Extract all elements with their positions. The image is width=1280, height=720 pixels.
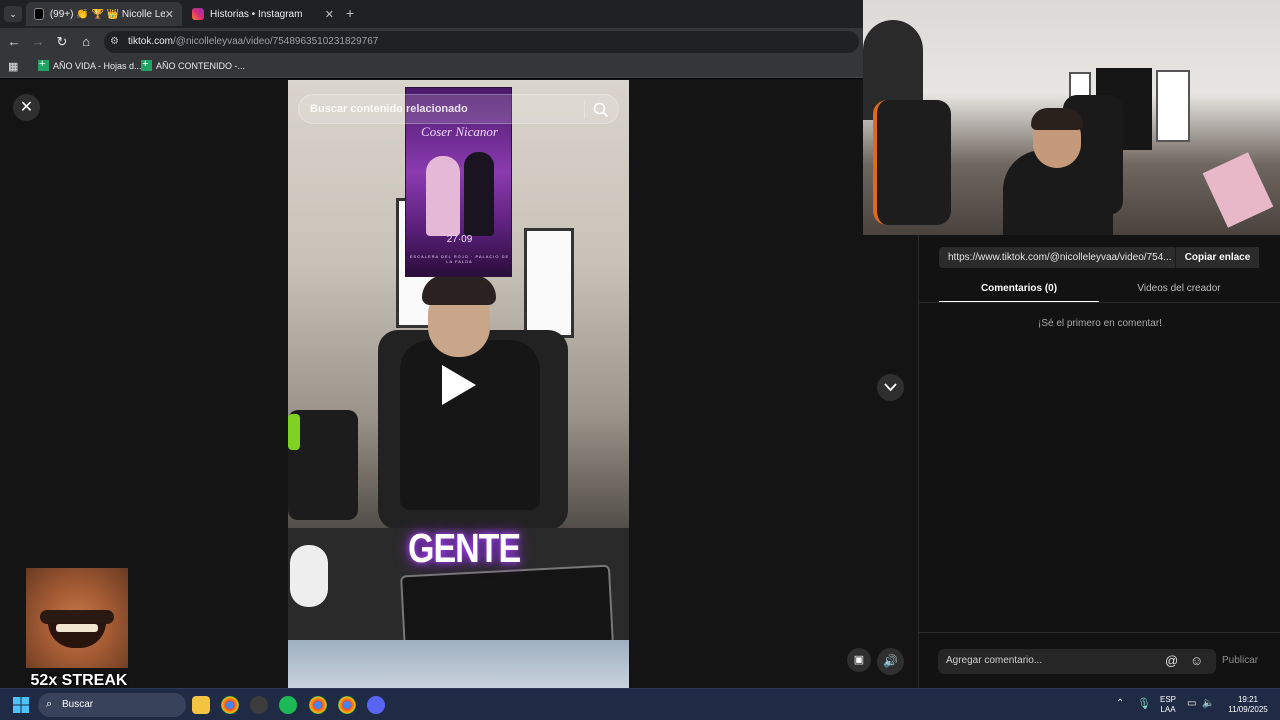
network-icon[interactable]: ▭: [1187, 698, 1196, 709]
bookmark-item[interactable]: AÑO CONTENIDO -...: [141, 58, 246, 71]
url-path: /@nicolleleyvaa/video/754896351023182976…: [173, 36, 379, 47]
apps-grid-icon[interactable]: ▦: [8, 60, 18, 73]
taskbar-search[interactable]: Buscar: [38, 693, 186, 717]
volume-icon[interactable]: 🔊: [877, 648, 904, 675]
url-host: tiktok.com: [128, 36, 174, 47]
divider: [919, 302, 1280, 303]
chrome-icon[interactable]: [221, 696, 239, 714]
poster-figure: [426, 156, 460, 236]
poster-date: 27·09: [446, 234, 473, 245]
close-icon[interactable]: ✕: [13, 94, 40, 121]
person-hair: [422, 275, 496, 305]
site-info-icon[interactable]: ⚙: [110, 36, 119, 47]
tab-tiktok[interactable]: (99+) 👏 🏆 👑 Nicolle Leyva 👑 ✕: [26, 2, 182, 26]
cam-chair: [873, 100, 951, 225]
tiktok-favicon-icon: [34, 8, 44, 20]
share-link-box: https://www.tiktok.com/@nicolleleyvaa/vi…: [939, 247, 1259, 268]
obs-icon[interactable]: [250, 696, 268, 714]
clock-date: 11/09/2025: [1228, 705, 1268, 714]
system-clock[interactable]: 19:21 11/09/2025: [1222, 695, 1274, 715]
bookmark-label: AÑO VIDA - Hojas d...: [53, 60, 142, 71]
side-panel: https://www.tiktok.com/@nicolleleyvaa/vi…: [918, 235, 1280, 688]
browser-toolbar: ← → ↻ ⌂ tiktok.com/@nicolleleyvaa/video/…: [0, 28, 863, 56]
next-video-button[interactable]: [877, 374, 904, 401]
lang-line: ESP: [1160, 695, 1177, 704]
tab-label: (99+) 👏 🏆 👑 Nicolle Leyva 👑: [49, 8, 165, 20]
bookmark-item[interactable]: AÑO VIDA - Hojas d...: [38, 58, 142, 71]
bookmark-label: AÑO CONTENIDO -...: [156, 60, 246, 71]
play-icon[interactable]: [442, 365, 476, 405]
background-window: [524, 228, 574, 338]
instagram-favicon-icon: [192, 8, 204, 20]
meme-face-image: [26, 568, 128, 668]
search-input[interactable]: Buscar contenido relacionado: [310, 103, 468, 115]
chevron-down-icon: [884, 383, 897, 392]
sheets-icon: [141, 58, 152, 71]
comment-input[interactable]: Agregar comentario... @ ☺: [938, 649, 1216, 674]
lang-line: LAA: [1160, 705, 1176, 714]
input-language[interactable]: ESP LAA: [1160, 695, 1176, 715]
home-icon[interactable]: ⌂: [76, 32, 96, 52]
bookmarks-bar: ▦ AÑO VIDA - Hojas d... AÑO CONTENIDO -.…: [0, 56, 863, 78]
discord-icon[interactable]: [367, 696, 385, 714]
sheets-icon: [38, 58, 49, 71]
tab-creator-videos[interactable]: Videos del creador: [1099, 281, 1259, 303]
tab-comments[interactable]: Comentarios (0): [939, 281, 1099, 303]
microphone-icon[interactable]: 🎙: [1137, 697, 1151, 710]
forward-arrow-icon[interactable]: →: [28, 32, 48, 52]
pip-icon[interactable]: ▣: [847, 648, 871, 672]
at-mention-icon[interactable]: @: [1165, 653, 1178, 668]
back-arrow-icon[interactable]: ←: [4, 32, 24, 52]
emoji-icon[interactable]: ☺: [1190, 653, 1203, 668]
poster-venue: ESCALERA DEL ROJO · PALACIO DE LA FALDA: [409, 254, 510, 264]
tab-label: Historias • Instagram: [210, 8, 303, 20]
search-icon: ⌕: [46, 698, 53, 710]
related-search-bar[interactable]: Buscar contenido relacionado: [298, 94, 619, 124]
search-divider: [584, 101, 585, 119]
publish-button[interactable]: Publicar: [1222, 655, 1258, 666]
tab-instagram[interactable]: Historias • Instagram ✕: [184, 2, 342, 26]
cam-person-hair: [1031, 108, 1083, 130]
spotify-icon[interactable]: [279, 696, 297, 714]
file-explorer-icon[interactable]: [192, 696, 210, 714]
cam-window: [1156, 70, 1190, 142]
address-bar[interactable]: tiktok.com/@nicolleleyvaa/video/75489635…: [104, 31, 859, 53]
speaker-icon[interactable]: 🔈: [1202, 698, 1214, 709]
video-caption-overlay: GENTE: [408, 526, 521, 572]
search-icon[interactable]: [592, 101, 610, 119]
tab-search-chevron-icon[interactable]: ⌄: [4, 6, 22, 22]
desk-mat: [288, 640, 629, 688]
share-url[interactable]: https://www.tiktok.com/@nicolleleyvaa/vi…: [948, 247, 1173, 268]
poster-title: Coser Nicanor: [421, 124, 498, 139]
chevron-up-icon[interactable]: ⌃: [1116, 698, 1124, 709]
new-tab-plus-icon[interactable]: +: [346, 5, 354, 21]
meme-teeth: [56, 624, 98, 632]
clock-time: 19:21: [1237, 695, 1259, 704]
windows-start-icon[interactable]: [13, 697, 29, 713]
tab-close-icon[interactable]: ✕: [325, 8, 334, 21]
tab-close-icon[interactable]: ✕: [165, 8, 174, 21]
reload-icon[interactable]: ↻: [52, 32, 72, 52]
divider: [919, 632, 1280, 633]
browser-tab-strip: ⌄ (99+) 👏 🏆 👑 Nicolle Leyva 👑 ✕ Historia…: [0, 0, 863, 28]
green-object: [288, 414, 300, 450]
windows-taskbar: Buscar ⌕ ⌃ 🎙 ESP LAA ▭ 🔈 19:21 11/09/202…: [0, 688, 1280, 720]
copy-link-button[interactable]: Copiar enlace: [1175, 247, 1259, 268]
mouse: [290, 545, 328, 607]
cam-pink-panel: [1202, 152, 1274, 228]
chrome-profile-icon[interactable]: [338, 696, 356, 714]
poster-figure: [464, 152, 494, 236]
chrome-profile-icon[interactable]: [309, 696, 327, 714]
taskbar-search-label: Buscar: [62, 699, 94, 710]
empty-comments-message: ¡Sé el primero en comentar!: [1038, 318, 1162, 329]
comment-placeholder: Agregar comentario...: [946, 655, 1043, 666]
webcam-overlay: [863, 0, 1280, 235]
